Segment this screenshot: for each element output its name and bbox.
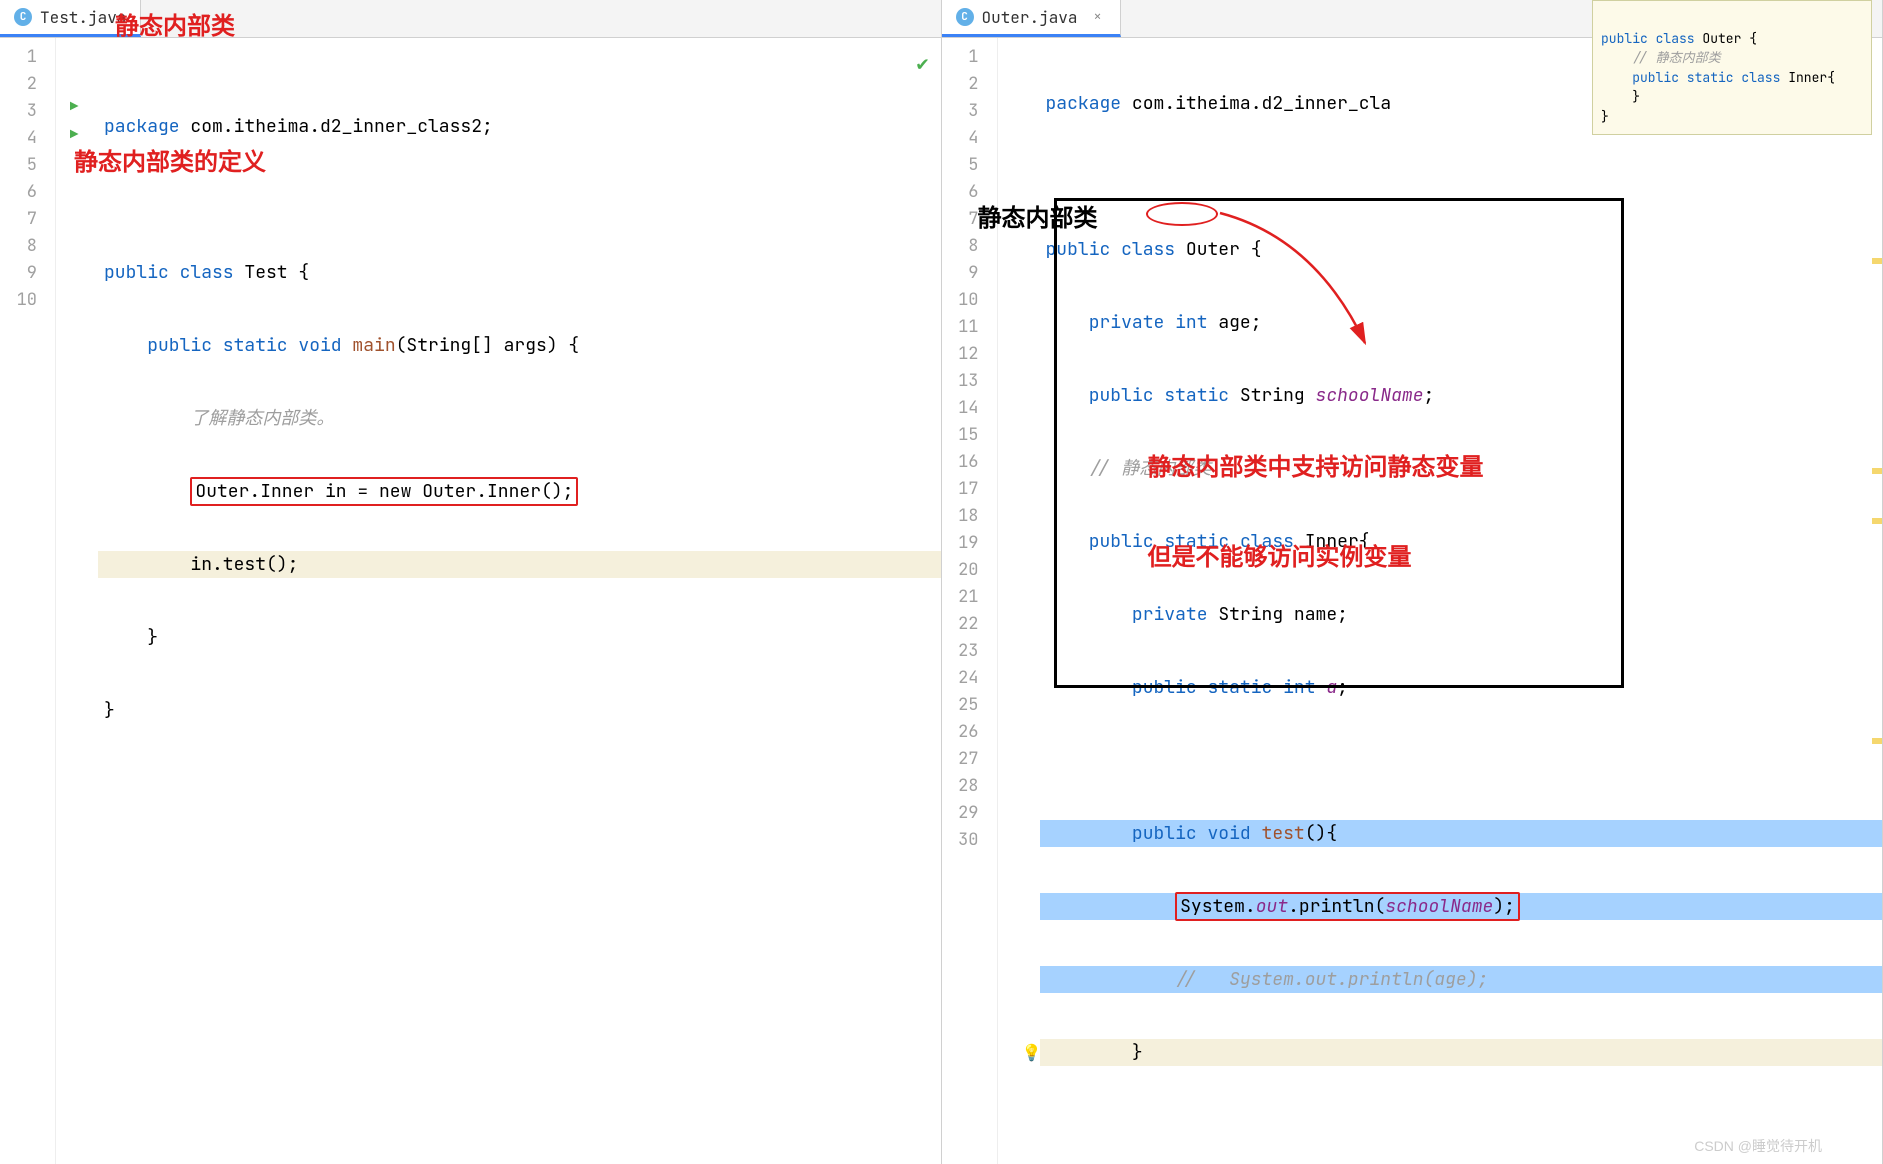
tab-label: Test.java: [40, 7, 126, 28]
code-line: in.test();: [104, 553, 298, 576]
warning-stripe[interactable]: [1872, 258, 1882, 264]
red-circle-static: [1146, 202, 1218, 226]
annotation-definition: 静态内部类的定义: [74, 142, 266, 177]
left-editor-pane: C Test.java 静态内部类 12345678910 ▶ ▶ ✔ pack…: [0, 0, 942, 1164]
intention-bulb-icon[interactable]: 💡: [1022, 1039, 1042, 1066]
code-area-left[interactable]: ✔ package com.itheima.d2_inner_class2; p…: [98, 38, 941, 1164]
right-editor-pane: C Outer.java × 1234567891011121314151617…: [942, 0, 1883, 1164]
java-class-icon: C: [956, 8, 974, 26]
highlighted-code-box: System.out.println(schoolName);: [1175, 892, 1520, 921]
annotation-access-rule: 静态内部类中支持访问静态变量 但是不能够访问实例变量: [1148, 393, 1484, 633]
warning-stripe[interactable]: [1872, 738, 1882, 744]
run-gutter: ▶ ▶: [56, 38, 98, 1164]
annotation-static-inner: 静态内部类: [978, 198, 1098, 233]
close-icon[interactable]: ×: [1090, 9, 1106, 25]
annotation-title: 静态内部类: [115, 6, 235, 41]
tab-bar-left: C Test.java 静态内部类: [0, 0, 941, 38]
watermark-text: CSDN @睡觉待开机: [1694, 1136, 1822, 1156]
code-editor-left[interactable]: 12345678910 ▶ ▶ ✔ package com.itheima.d2…: [0, 38, 941, 1164]
tab-label: Outer.java: [982, 7, 1078, 28]
warning-stripe[interactable]: [1872, 468, 1882, 474]
structure-popup: public class Outer { // 静态内部类 public sta…: [1592, 0, 1872, 135]
line-gutter: 12345678910: [0, 38, 56, 1164]
run-icon[interactable]: ▶: [70, 98, 78, 116]
highlighted-code-box: Outer.Inner in = new Outer.Inner();: [190, 477, 578, 506]
tab-outer-java[interactable]: C Outer.java ×: [942, 0, 1121, 37]
status-checkmark-icon: ✔: [916, 50, 928, 76]
warning-stripe[interactable]: [1872, 518, 1882, 524]
java-class-icon: C: [14, 8, 32, 26]
comment-text: 了解静态内部类。: [190, 407, 334, 430]
code-editor-right[interactable]: 1234567891011121314151617181920212223242…: [942, 38, 1883, 1164]
code-area-right[interactable]: package package com.itheima.d2_inner_cla…: [1040, 38, 1883, 1164]
